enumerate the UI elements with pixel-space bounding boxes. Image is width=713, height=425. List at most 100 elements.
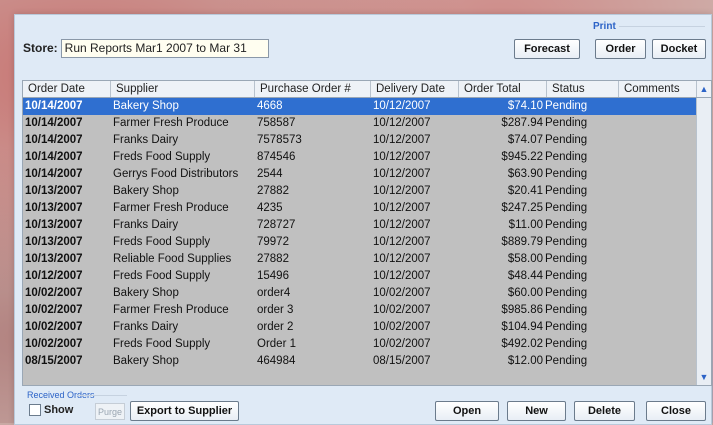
order-total-cell: $58.00 [507, 253, 543, 265]
order-date-cell: 10/14/2007 [25, 100, 83, 112]
status-cell: Pending [545, 338, 588, 350]
delete-button[interactable]: Delete [574, 401, 635, 421]
open-button[interactable]: Open [435, 401, 499, 421]
order-date-cell: 10/02/2007 [25, 287, 83, 299]
export-to-supplier-button[interactable]: Export to Supplier [130, 401, 239, 421]
supplier-cell: Franks Dairy [113, 219, 179, 231]
table-row[interactable]: 10/13/2007 Farmer Fresh Produce 4235 10/12/… [23, 200, 697, 217]
table-row[interactable]: 10/02/2007 Farmer Fresh Produce order 3 10/… [23, 302, 697, 319]
table-row[interactable]: 10/13/2007 Bakery Shop 27882 10/12/2007 $20.… [23, 183, 697, 200]
column-header-comments[interactable]: Comments [619, 81, 697, 97]
close-button[interactable]: Close [646, 401, 706, 421]
column-header-po-number[interactable]: Purchase Order # [255, 81, 371, 97]
column-header-delivery-date[interactable]: Delivery Date [371, 81, 459, 97]
show-received-checkbox[interactable] [29, 404, 41, 416]
po-number-cell: 27882 [257, 253, 289, 265]
po-number-cell: 4235 [257, 202, 283, 214]
show-received-toggle[interactable]: Show [29, 404, 73, 416]
purge-button: Purge [95, 403, 125, 420]
table-row[interactable]: 10/14/2007 Bakery Shop 4668 10/12/2007 $74.1… [23, 98, 697, 115]
po-number-cell: 79972 [257, 236, 289, 248]
show-received-label: Show [44, 404, 74, 416]
comments-cell [621, 268, 691, 285]
table-row[interactable]: 10/02/2007 Franks Dairy order 2 10/02/2007 $… [23, 319, 697, 336]
table-row[interactable]: 10/12/2007 Freds Food Supply 15496 10/12/20… [23, 268, 697, 285]
order-date-cell: 10/02/2007 [25, 321, 83, 333]
comments-cell [621, 285, 691, 302]
order-total-cell: $11.00 [508, 219, 543, 231]
supplier-cell: Bakery Shop [113, 355, 179, 367]
supplier-cell: Freds Food Supply [113, 151, 211, 163]
delivery-date-cell: 10/12/2007 [373, 168, 431, 180]
po-number-cell: order4 [257, 287, 291, 299]
comments-cell [621, 132, 691, 149]
comments-cell [621, 336, 691, 353]
order-date-cell: 10/13/2007 [25, 253, 83, 265]
table-body: 10/14/2007 Bakery Shop 4668 10/12/2007 $74.1… [23, 98, 697, 370]
order-total-cell: $104.94 [501, 321, 543, 333]
store-field[interactable]: Run Reports Mar1 2007 to Mar 31 [60, 38, 269, 58]
table-row[interactable]: 10/13/2007 Franks Dairy 728727 10/12/2007 $1… [23, 217, 697, 234]
table-row[interactable]: 10/02/2007 Bakery Shop order4 10/02/2007 $60… [23, 285, 697, 302]
po-number-cell: 4668 [257, 100, 283, 112]
status-cell: Pending [545, 134, 588, 146]
po-number-cell: 15496 [257, 270, 289, 282]
supplier-cell: Gerrys Food Distributors [113, 168, 239, 180]
column-header-supplier[interactable]: Supplier [111, 81, 255, 97]
comments-cell [621, 302, 691, 319]
supplier-cell: Reliable Food Supplies [113, 253, 232, 265]
table-row[interactable]: 10/13/2007 Reliable Food Supplies 27882 10/… [23, 251, 697, 268]
table-row[interactable]: 10/14/2007 Farmer Fresh Produce 758587 10/1… [23, 115, 697, 132]
column-header-order-total[interactable]: Order Total [459, 81, 547, 97]
order-total-cell: $48.44 [507, 270, 543, 282]
po-number-cell: 758587 [257, 117, 296, 129]
supplier-cell: Farmer Fresh Produce [113, 202, 229, 214]
orders-window: Store: Run Reports Mar1 2007 to Mar 31 P… [14, 14, 712, 425]
comments-cell [621, 234, 691, 251]
forecast-button[interactable]: Forecast [514, 39, 580, 59]
comments-cell [621, 183, 691, 200]
table-row[interactable]: 10/14/2007 Freds Food Supply 874546 10/12/2… [23, 149, 697, 166]
supplier-cell: Farmer Fresh Produce [113, 304, 229, 316]
order-total-cell: $74.07 [507, 134, 543, 146]
delivery-date-cell: 10/12/2007 [373, 151, 431, 163]
status-cell: Pending [545, 185, 588, 197]
table-row[interactable]: 10/14/2007 Gerrys Food Distributors 2544 10… [23, 166, 697, 183]
chevron-up-icon[interactable]: ▲ [696, 81, 711, 97]
supplier-cell: Bakery Shop [113, 100, 179, 112]
chevron-down-icon[interactable]: ▼ [697, 369, 711, 385]
store-row: Store: Run Reports Mar1 2007 to Mar 31 [23, 37, 269, 59]
table-row[interactable]: 10/14/2007 Franks Dairy 7578573 10/12/2007 $… [23, 132, 697, 149]
supplier-cell: Freds Food Supply [113, 270, 211, 282]
order-date-cell: 08/15/2007 [25, 355, 83, 367]
order-total-cell: $492.02 [501, 338, 543, 350]
order-date-cell: 10/14/2007 [25, 168, 83, 180]
status-cell: Pending [545, 355, 588, 367]
order-total-cell: $945.22 [501, 151, 543, 163]
delivery-date-cell: 10/12/2007 [373, 134, 431, 146]
order-date-cell: 10/14/2007 [25, 117, 83, 129]
status-cell: Pending [545, 321, 588, 333]
supplier-cell: Franks Dairy [113, 321, 179, 333]
comments-cell [621, 166, 691, 183]
delivery-date-cell: 10/12/2007 [373, 100, 431, 112]
table-header: Order Date Supplier Purchase Order # Del… [23, 81, 711, 98]
delivery-date-cell: 10/02/2007 [373, 287, 431, 299]
new-button[interactable]: New [507, 401, 566, 421]
order-date-cell: 10/14/2007 [25, 134, 83, 146]
print-order-button[interactable]: Order [595, 39, 646, 59]
print-docket-button[interactable]: Docket [652, 39, 706, 59]
table-row[interactable]: 10/13/2007 Freds Food Supply 79972 10/12/20… [23, 234, 697, 251]
table-row[interactable]: 10/02/2007 Freds Food Supply Order 1 10/02/… [23, 336, 697, 353]
received-orders-divider [77, 395, 127, 396]
vertical-scrollbar[interactable]: ▼ [696, 98, 711, 385]
column-header-status[interactable]: Status [547, 81, 619, 97]
delivery-date-cell: 10/02/2007 [373, 338, 431, 350]
order-date-cell: 10/02/2007 [25, 304, 83, 316]
store-label: Store: [23, 41, 58, 55]
delivery-date-cell: 10/12/2007 [373, 219, 431, 231]
table-row[interactable]: 08/15/2007 Bakery Shop 464984 08/15/2007 $12… [23, 353, 697, 370]
order-date-cell: 10/13/2007 [25, 236, 83, 248]
column-header-order-date[interactable]: Order Date [23, 81, 111, 97]
comments-cell [621, 353, 691, 370]
